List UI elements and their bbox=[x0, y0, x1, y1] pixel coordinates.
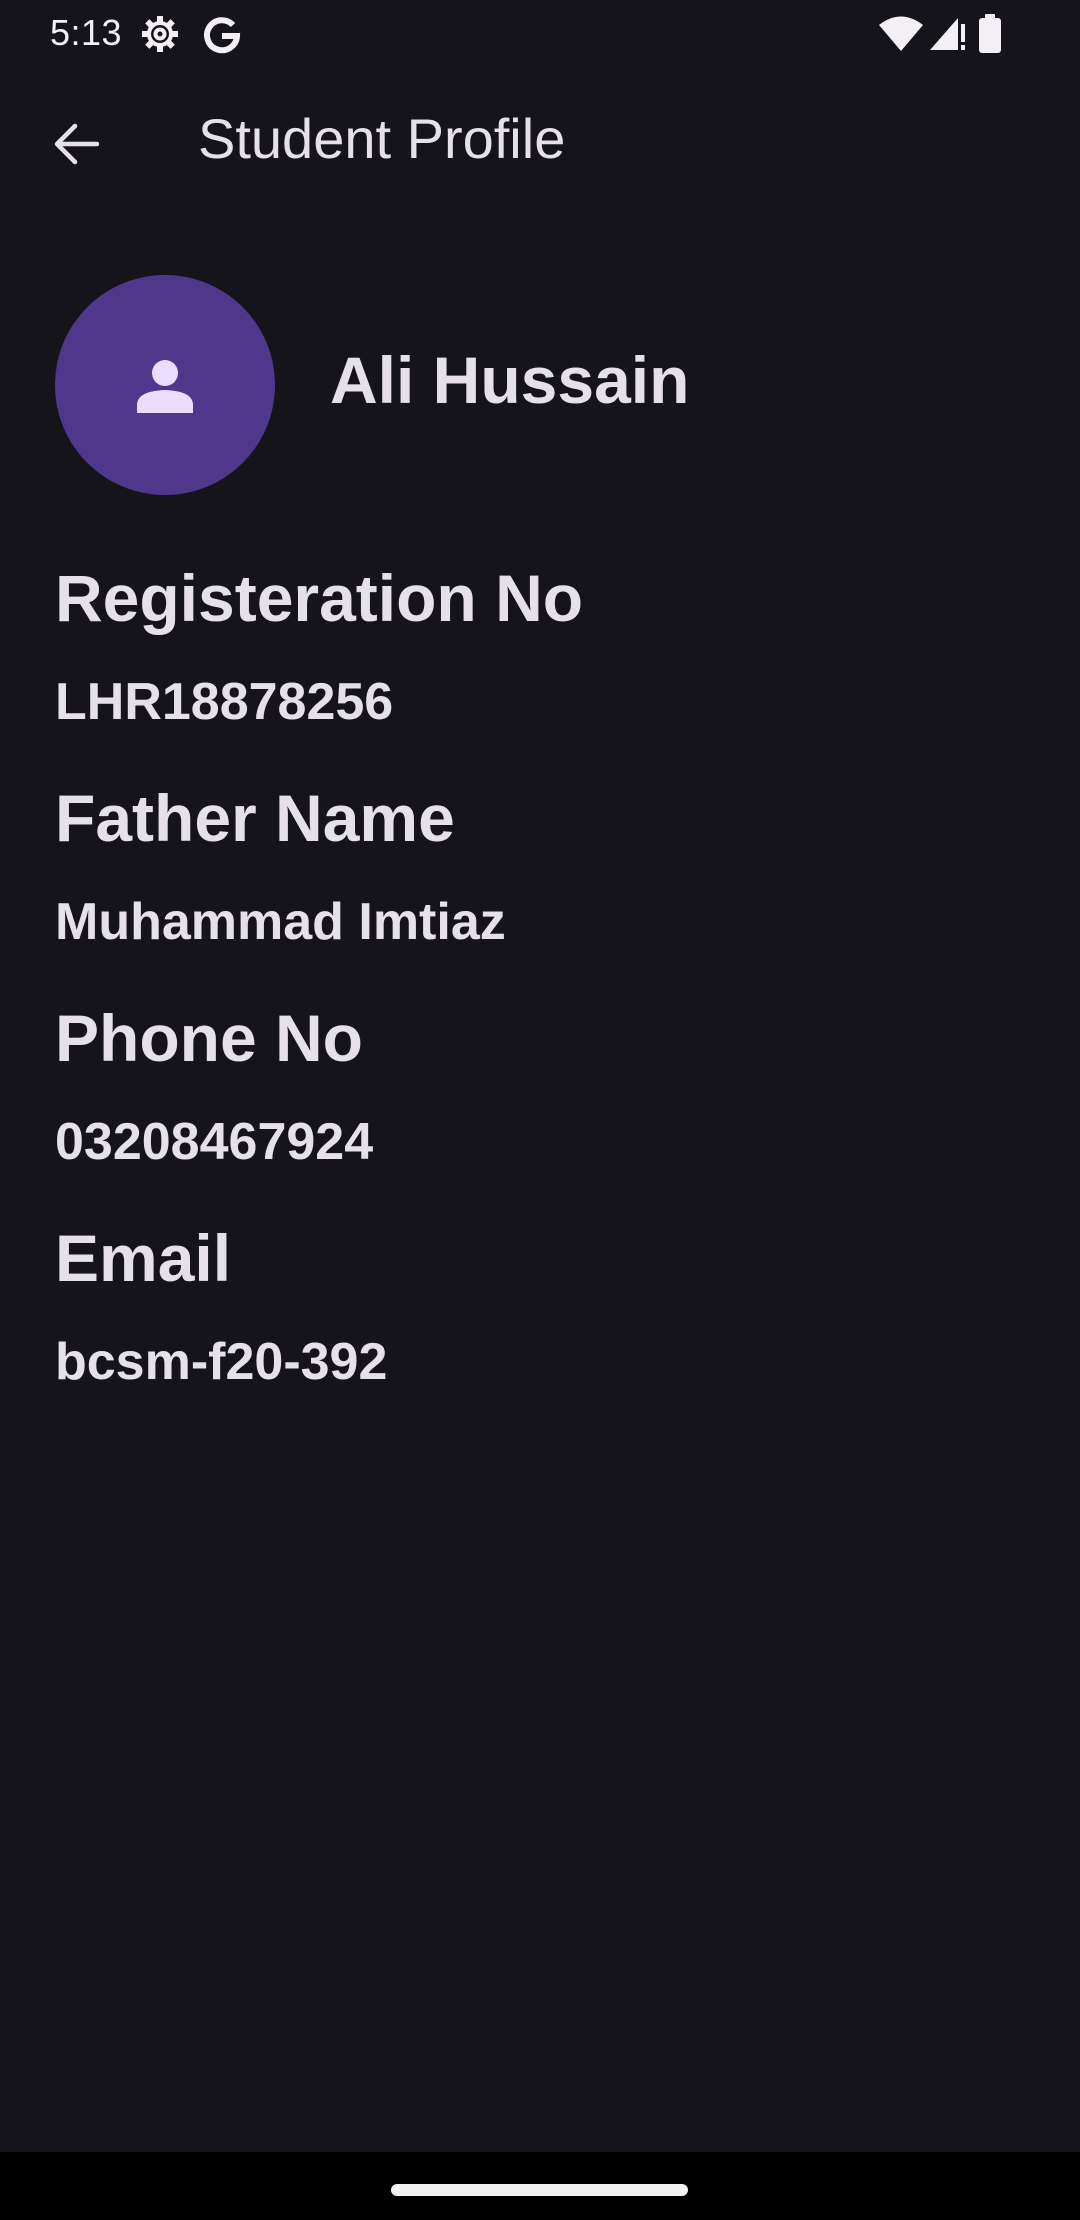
father-name-value: Muhammad Imtiaz bbox=[55, 893, 506, 951]
status-bar: 5:13 bbox=[0, 0, 1080, 66]
email-value: bcsm-f20-392 bbox=[55, 1333, 388, 1391]
wifi-icon bbox=[879, 16, 923, 51]
cell-signal-icon bbox=[930, 18, 965, 50]
google-g-icon bbox=[204, 17, 241, 54]
app-bar: Student Profile bbox=[0, 66, 1080, 220]
father-name-label: Father Name bbox=[55, 781, 455, 855]
student-name: Ali Hussain bbox=[330, 343, 690, 417]
home-gesture-handle[interactable] bbox=[391, 2184, 688, 2196]
settings-gear-icon bbox=[142, 16, 178, 52]
registration-no-value: LHR18878256 bbox=[55, 673, 394, 731]
registration-no-label: Registeration No bbox=[55, 561, 584, 635]
person-icon bbox=[137, 360, 193, 413]
phone-no-label: Phone No bbox=[55, 1001, 363, 1075]
back-button[interactable] bbox=[38, 106, 114, 182]
battery-icon bbox=[979, 14, 1001, 53]
avatar bbox=[55, 275, 275, 495]
email-label: Email bbox=[55, 1221, 232, 1295]
arrow-back-icon bbox=[54, 123, 99, 165]
page-title: Student Profile bbox=[198, 107, 566, 170]
status-time: 5:13 bbox=[50, 12, 123, 53]
navigation-bar bbox=[0, 2152, 1080, 2220]
phone-no-value: 03208467924 bbox=[55, 1113, 374, 1171]
